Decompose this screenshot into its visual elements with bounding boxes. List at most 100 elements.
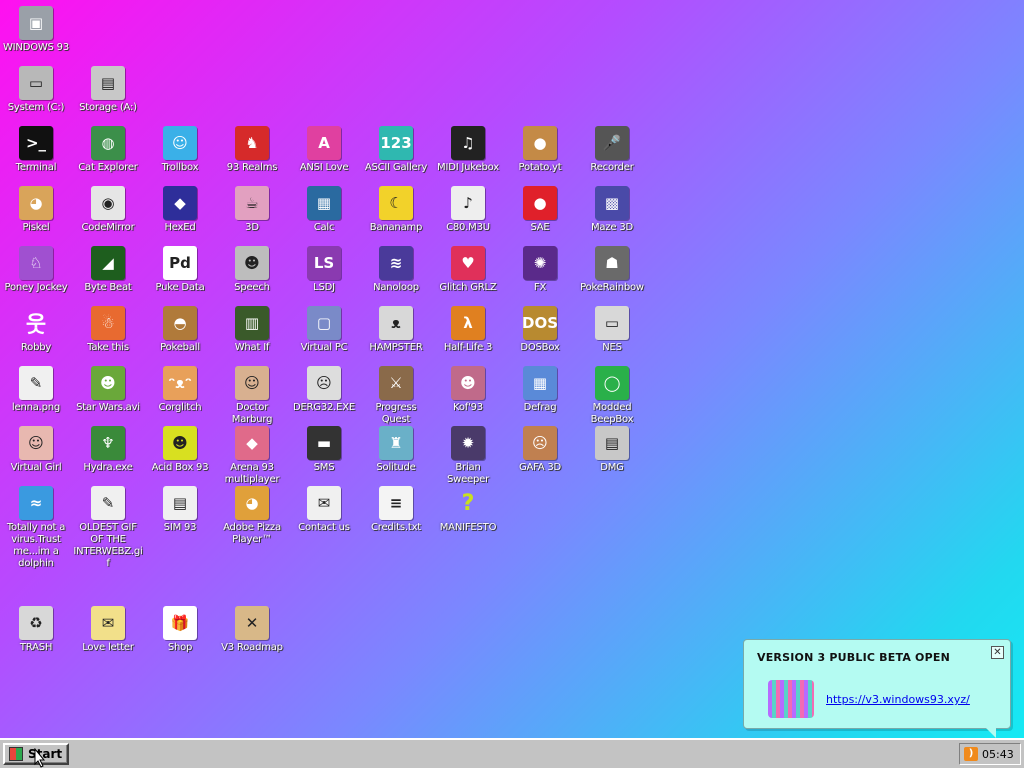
pokeball-icon: ◓ bbox=[163, 306, 197, 340]
desktop-icon-nes-console[interactable]: ▭ NES bbox=[576, 302, 648, 354]
desktop-icon-drive-c[interactable]: ▭ System (C:) bbox=[0, 62, 72, 114]
desktop-icon-monitor[interactable]: ▣ WINDOWS 93 bbox=[0, 2, 72, 54]
desktop-icon-crossed-swords[interactable]: ⚔ Progress Quest bbox=[360, 362, 432, 426]
desktop-icon-speech-face[interactable]: ☻ Speech bbox=[216, 242, 288, 294]
desktop-icon-poke-rainbow[interactable]: ☗ PokeRainbow bbox=[576, 242, 648, 294]
desktop-icon-dolphin[interactable]: ≈ Totally not a virus.Trust me...im a dol… bbox=[0, 482, 72, 570]
desktop-icon-piano-keys[interactable]: ♫ MIDI Jukebox bbox=[432, 122, 504, 174]
desktop-icon-atom[interactable]: ✺ FX bbox=[504, 242, 576, 294]
hamster-icon: ᴥ bbox=[379, 306, 413, 340]
desktop-icon-banana[interactable]: ☾ Bananamp bbox=[360, 182, 432, 234]
desktop-icon-realms[interactable]: ♞ 93 Realms bbox=[216, 122, 288, 174]
desktop-icon-palette[interactable]: ◕ Piskel bbox=[0, 182, 72, 234]
atom-icon: ✺ bbox=[523, 246, 557, 280]
desktop-icon-contact[interactable]: ✉ Contact us bbox=[288, 482, 360, 534]
desktop-icon-dosbox[interactable]: DOS DOSBox bbox=[504, 302, 576, 354]
desktop-icon-terminal[interactable]: >_ Terminal bbox=[0, 122, 72, 174]
desktop-icon-solitude[interactable]: ♜ Solitude bbox=[360, 422, 432, 474]
desktop-icon-question-mark[interactable]: ? MANIFESTO bbox=[432, 482, 504, 534]
teapot-icon: ☕ bbox=[235, 186, 269, 220]
desktop-icon-chat-bubble[interactable]: ☺ Trollbox bbox=[144, 122, 216, 174]
clock[interactable]: 05:43 bbox=[982, 748, 1014, 761]
desktop-icon-label: Puke Data bbox=[155, 282, 205, 293]
desktop-icon-ascii-gallery[interactable]: 123 ASCII Gallery bbox=[360, 122, 432, 174]
desktop-icon-green-ring[interactable]: ◯ Modded BeepBox bbox=[576, 362, 648, 426]
desktop-icon-hamster[interactable]: ᴥ HAMPSTER bbox=[360, 302, 432, 354]
desktop-icon-stick-figure[interactable]: 웃 Robby bbox=[0, 302, 72, 354]
palette-icon: ◕ bbox=[19, 186, 53, 220]
desktop-icon-defrag[interactable]: ▦ Defrag bbox=[504, 362, 576, 414]
desktop-icon-lsdj[interactable]: LS LSDJ bbox=[288, 242, 360, 294]
desktop-icon-label: DERG32.EXE bbox=[292, 402, 356, 413]
desktop-icon-microphone[interactable]: 🎤 Recorder bbox=[576, 122, 648, 174]
desktop-icon-label: 3D bbox=[245, 222, 259, 233]
dolphin-icon: ≈ bbox=[19, 486, 53, 520]
close-icon[interactable]: ✕ bbox=[991, 646, 1004, 659]
desktop-icon-gif-file[interactable]: ✎ OLDEST GIF OF THE INTERWEBZ.gif bbox=[72, 482, 144, 570]
desktop-icon-doom-face[interactable]: ☹ GAFA 3D bbox=[504, 422, 576, 474]
desktop-icon-label: Maze 3D bbox=[591, 222, 633, 233]
pony-icon: ♘ bbox=[19, 246, 53, 280]
cat-globe-icon: ◍ bbox=[91, 126, 125, 160]
potato-icon: ● bbox=[523, 126, 557, 160]
desktop-icon-recycle-bin[interactable]: ♻ TRASH bbox=[0, 602, 72, 654]
ansi-love-icon: A bbox=[307, 126, 341, 160]
piano-keys-icon: ♫ bbox=[451, 126, 485, 160]
desktop-icon-amiga-ball[interactable]: ● SAE bbox=[504, 182, 576, 234]
gif-file-icon: ✎ bbox=[91, 486, 125, 520]
desktop-icon-label: 93 Realms bbox=[226, 162, 278, 173]
desktop-icon-derg-monitor[interactable]: ☹ DERG32.EXE bbox=[288, 362, 360, 414]
desktop-icon-smiley[interactable]: ☻ Acid Box 93 bbox=[144, 422, 216, 474]
desktop-icon-label: ASCII Gallery bbox=[364, 162, 428, 173]
defrag-icon: ▦ bbox=[523, 366, 557, 400]
desktop-icon-sim-book[interactable]: ▤ SIM 93 bbox=[144, 482, 216, 534]
desktop-icon-hydra[interactable]: ♆ Hydra.exe bbox=[72, 422, 144, 474]
desktop-icon-cat-globe[interactable]: ◍ Cat Explorer bbox=[72, 122, 144, 174]
desktop-icon-bytebeat[interactable]: ◢ Byte Beat bbox=[72, 242, 144, 294]
desktop-icon-yoda[interactable]: ☻ Star Wars.avi bbox=[72, 362, 144, 414]
desktop-icon-image-file[interactable]: ✎ lenna.png bbox=[0, 362, 72, 414]
desktop-icon-ansi-love[interactable]: A ANSI Love bbox=[288, 122, 360, 174]
desktop-icon-label: What If bbox=[234, 342, 270, 353]
desktop-icon-calculator[interactable]: ▦ Calc bbox=[288, 182, 360, 234]
desktop-icon-envelope[interactable]: ✉ Love letter bbox=[72, 602, 144, 654]
desktop-icon-puredata[interactable]: Pd Puke Data bbox=[144, 242, 216, 294]
desktop-icon-gift[interactable]: 🎁 Shop bbox=[144, 602, 216, 654]
desktop-icon-what-if[interactable]: ▥ What If bbox=[216, 302, 288, 354]
desktop-icon-lips[interactable]: ♥ Glitch GRLZ bbox=[432, 242, 504, 294]
desktop-icon-cube[interactable]: ◆ Arena 93 multiplayer bbox=[216, 422, 288, 486]
desktop-icon-floppy-drive[interactable]: ▤ Storage (A:) bbox=[72, 62, 144, 114]
desktop-icon-pony[interactable]: ♘ Poney Jockey bbox=[0, 242, 72, 294]
desktop-icon-map[interactable]: ✕ V3 Roadmap bbox=[216, 602, 288, 654]
desktop-icon-fighter[interactable]: ☻ Kof'93 bbox=[432, 362, 504, 414]
desktop-icon-pokeball[interactable]: ◓ Pokeball bbox=[144, 302, 216, 354]
desktop-icon-text-file[interactable]: ≡ Credits.txt bbox=[360, 482, 432, 534]
desktop-icon-label: Kof'93 bbox=[453, 402, 483, 413]
desktop-icon-doctor[interactable]: ☺ Doctor Marburg bbox=[216, 362, 288, 426]
desktop-icon-mine[interactable]: ✹ Brian Sweeper bbox=[432, 422, 504, 486]
desktop-icon-corgi[interactable]: ᵔᴥᵔ Corglitch bbox=[144, 362, 216, 414]
desktop-icon-label: Cat Explorer bbox=[78, 162, 138, 173]
notification-link[interactable]: https://v3.windows93.xyz/ bbox=[826, 693, 970, 706]
image-file-icon: ✎ bbox=[19, 366, 53, 400]
desktop-icon-audio-file[interactable]: ♪ C80.M3U bbox=[432, 182, 504, 234]
desktop-icon-potato[interactable]: ● Potato.yt bbox=[504, 122, 576, 174]
desktop-icon-label: Totally not a virus.Trust me...im a dolp… bbox=[6, 522, 66, 569]
desktop-icon-old-man[interactable]: ☃ Take this bbox=[72, 302, 144, 354]
bytebeat-icon: ◢ bbox=[91, 246, 125, 280]
desktop-icon-teapot[interactable]: ☕ 3D bbox=[216, 182, 288, 234]
desktop-icon-maze[interactable]: ▩ Maze 3D bbox=[576, 182, 648, 234]
desktop-icon-virtual-girl[interactable]: ☺ Virtual Girl bbox=[0, 422, 72, 474]
desktop-icon-pizza[interactable]: ◕ Adobe Pizza Player™ bbox=[216, 482, 288, 546]
desktop-icon-codemirror[interactable]: ◉ CodeMirror bbox=[72, 182, 144, 234]
desktop-icon-sms-console[interactable]: ▬ SMS bbox=[288, 422, 360, 474]
desktop-icon-label: MIDI Jukebox bbox=[437, 162, 499, 173]
monitor-icon: ▣ bbox=[19, 6, 53, 40]
desktop-icon-virtual-pc[interactable]: ▢ Virtual PC bbox=[288, 302, 360, 354]
desktop-icon-hex-cube[interactable]: ◆ HexEd bbox=[144, 182, 216, 234]
desktop-icon-nanoloop[interactable]: ≋ Nanoloop bbox=[360, 242, 432, 294]
desktop-icon-lambda[interactable]: λ Half-Life 3 bbox=[432, 302, 504, 354]
rss-icon[interactable]: ) bbox=[964, 747, 978, 761]
desktop-icon-gameboy[interactable]: ▤ DMG bbox=[576, 422, 648, 474]
hydra-icon: ♆ bbox=[91, 426, 125, 460]
